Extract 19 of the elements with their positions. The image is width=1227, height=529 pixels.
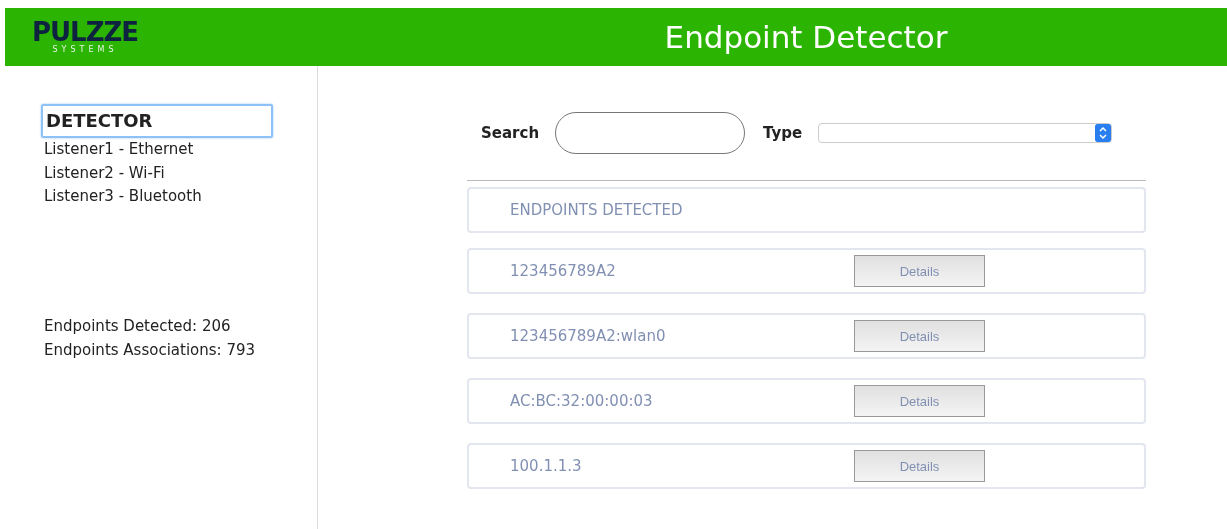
nav-link[interactable]: Listener2 - Wi-Fi <box>41 161 273 185</box>
endpoint-id: AC:BC:32:00:00:03 <box>510 392 654 410</box>
search-field[interactable] <box>555 112 746 154</box>
logo-wordmark: PULZZE <box>31 19 139 45</box>
stat-text: Endpoints Detected: 206 <box>43 315 232 337</box>
list-heading: ENDPOINTS DETECTED <box>510 201 684 219</box>
nav-link[interactable]: DETECTOR <box>41 104 273 138</box>
type-label: Type <box>763 124 803 142</box>
page-title: Endpoint Detector <box>664 19 948 55</box>
endpoint-id: 123456789A2:wlan0 <box>510 327 667 345</box>
dropdown-arrows-icon[interactable] <box>1095 124 1112 142</box>
endpoint-id: 123456789A2 <box>510 262 617 280</box>
logo-tagline: SYSTEMS <box>52 45 118 55</box>
nav-link[interactable]: Listener3 - Bluetooth <box>41 185 273 209</box>
search-label: Search <box>481 124 540 142</box>
stat-text: Endpoints Associations: 793 <box>43 339 257 361</box>
type-dropdown[interactable] <box>818 123 1113 143</box>
endpoint-id: 100.1.1.3 <box>510 457 583 475</box>
nav-link[interactable]: Listener1 - Ethernet <box>41 138 273 162</box>
